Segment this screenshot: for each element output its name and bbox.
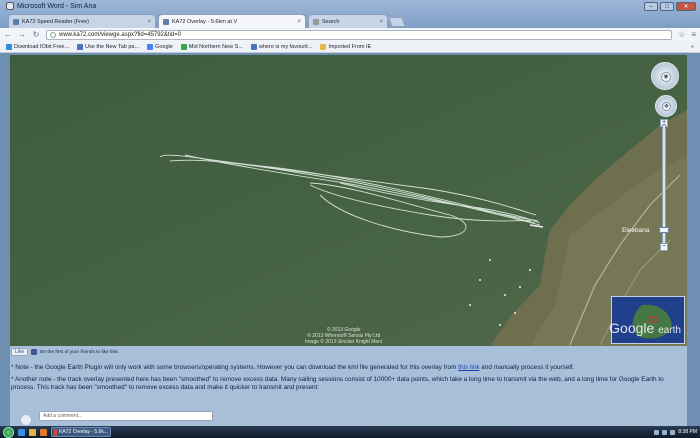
tab-label: KA72 Speed Reader (Free) xyxy=(22,18,89,25)
earth-logo-text: earth xyxy=(658,325,681,336)
smoothing-note: * Another note - the track overlay prese… xyxy=(11,376,664,391)
facebook-like-bar: Like Be the first of your friends to lik… xyxy=(11,348,119,356)
facebook-like-button[interactable]: Like xyxy=(11,348,29,356)
os-title-text: Microsoft Word - Sim Ana xyxy=(17,2,97,10)
globe-icon xyxy=(50,31,56,38)
bookmark-label: Imported From IE xyxy=(328,43,372,50)
commenter-avatar xyxy=(21,415,31,425)
plugin-note: * Note - the Google Earth Plugin will on… xyxy=(11,364,683,372)
app-icon xyxy=(6,2,14,10)
system-tray: 8:38 PM xyxy=(654,429,697,435)
bookmark-item[interactable]: Download IObit Free... xyxy=(6,43,70,50)
network-icon[interactable] xyxy=(654,429,660,435)
copyright-line: Image © 2013 Sinclair Knight Merz xyxy=(305,339,383,345)
tab-close-icon[interactable]: × xyxy=(379,19,383,25)
wrench-menu-icon[interactable]: ≡ xyxy=(691,30,696,39)
maximize-button[interactable]: □ xyxy=(660,2,674,11)
bookmark-favicon-icon xyxy=(77,43,84,50)
bookmark-favicon-icon xyxy=(6,43,12,50)
forward-arrow-icon[interactable]: → xyxy=(18,30,26,39)
media-player-icon[interactable] xyxy=(40,428,47,436)
bookmark-folder[interactable]: Imported From IE xyxy=(320,43,372,50)
taskbar-window-label: KA72 Overlay - 5.6k... xyxy=(59,429,108,435)
title-bar: Microsoft Word - Sim Ana KA72 Speed Read… xyxy=(0,0,700,28)
window-controls: – □ ✕ xyxy=(644,2,696,11)
volume-icon[interactable] xyxy=(662,429,668,435)
move-control[interactable]: ✥ xyxy=(655,95,677,117)
google-earth-logo: Google earth xyxy=(609,320,681,336)
taskbar: KA72 Overlay - 5.6k... 8:38 PM xyxy=(0,426,700,438)
url-text: www.ka72.com/viewge.aspx?fid=45792&tid=0 xyxy=(59,31,182,38)
bookmark-label: Use the New Tab pa... xyxy=(85,43,140,50)
browser-toolbar: ← → ↻ www.ka72.com/viewge.aspx?fid=45792… xyxy=(0,28,700,41)
tab-overlay[interactable]: KA72 Overlay - 5.6km at V × xyxy=(158,14,306,28)
bookmark-favicon-icon xyxy=(250,43,257,50)
bookmark-label: Google xyxy=(155,43,173,50)
bookmark-label: Download IObit Free... xyxy=(14,43,70,50)
look-control[interactable]: ◉ xyxy=(651,62,679,90)
bookmark-item[interactable]: Mid Northern New S... xyxy=(180,43,243,50)
plugin-note-text: * Note - the Google Earth Plugin will on… xyxy=(11,364,459,371)
close-window-button[interactable]: ✕ xyxy=(676,2,696,11)
facebook-like-text: Be the first of your friends to like thi… xyxy=(40,349,119,355)
zoom-out-button[interactable]: − xyxy=(660,243,668,251)
chrome-icon xyxy=(54,428,58,436)
browser-window: Microsoft Word - Sim Ana KA72 Speed Read… xyxy=(0,0,700,438)
tab-label: Search xyxy=(322,18,340,25)
bookmark-item[interactable]: where is my favourit... xyxy=(250,43,313,50)
power-icon[interactable] xyxy=(670,429,676,435)
bookmark-favicon-icon xyxy=(147,43,154,50)
zoom-slider-track[interactable] xyxy=(662,124,666,244)
tab-search[interactable]: Search × xyxy=(308,14,388,28)
place-label: Eleebana xyxy=(622,227,650,234)
tab-label: KA72 Overlay - 5.6km at V xyxy=(172,18,238,25)
minimize-button[interactable]: – xyxy=(644,2,658,11)
notes-section: * Note - the Google Earth Plugin will on… xyxy=(11,364,683,396)
bookmark-favicon-icon xyxy=(180,43,187,50)
reload-icon[interactable]: ↻ xyxy=(32,30,40,39)
new-tab-button[interactable] xyxy=(388,17,406,27)
ka72-favicon-icon xyxy=(163,18,169,25)
kml-download-link[interactable]: this link xyxy=(458,364,479,371)
earth-imagery xyxy=(10,55,687,346)
tab-speed-reader[interactable]: KA72 Speed Reader (Free) × xyxy=(8,14,156,28)
ka72-favicon-icon xyxy=(13,18,19,25)
bookmark-item[interactable]: Google xyxy=(147,43,173,50)
imagery-copyright: © 2013 Google © 2013 Whereis® Sensis Pty… xyxy=(305,327,382,345)
taskbar-window-button[interactable]: KA72 Overlay - 5.6k... xyxy=(51,427,111,437)
bookmark-star-icon[interactable]: ☆ xyxy=(678,30,685,39)
bookmark-label: Mid Northern New S... xyxy=(188,43,243,50)
tab-close-icon[interactable]: × xyxy=(297,19,301,25)
bookmark-label: where is my favourit... xyxy=(258,43,313,50)
google-earth-view[interactable]: Eleebana ◉ ✥ + − Google earth © 2013 Goo… xyxy=(10,55,687,346)
eye-icon: ◉ xyxy=(661,72,671,82)
page-content: Like Be the first of your friends to lik… xyxy=(10,346,687,427)
tab-close-icon[interactable]: × xyxy=(147,19,151,25)
google-logo-text: Google xyxy=(609,320,655,336)
ie-icon[interactable] xyxy=(18,428,25,436)
folder-icon xyxy=(320,43,327,50)
address-bar[interactable]: www.ka72.com/viewge.aspx?fid=45792&tid=0 xyxy=(46,29,673,40)
back-arrow-icon[interactable]: ← xyxy=(4,30,12,39)
bookmarks-overflow-chevron-icon[interactable]: » xyxy=(691,44,694,50)
bookmarks-bar: Download IObit Free... Use the New Tab p… xyxy=(0,41,700,53)
comment-input[interactable]: Add a comment... xyxy=(39,411,213,421)
search-favicon-icon xyxy=(313,18,319,25)
plugin-note-text-end: and manually process it yourself. xyxy=(479,364,575,371)
tab-strip: KA72 Speed Reader (Free) × KA72 Overlay … xyxy=(8,14,406,28)
zoom-slider-thumb[interactable] xyxy=(659,227,669,233)
os-window-title: Microsoft Word - Sim Ana xyxy=(6,2,96,10)
start-button[interactable] xyxy=(3,426,14,438)
hand-icon: ✥ xyxy=(662,102,671,111)
folder-icon[interactable] xyxy=(29,428,36,436)
bookmark-item[interactable]: Use the New Tab pa... xyxy=(77,43,140,50)
clock[interactable]: 8:38 PM xyxy=(678,429,697,435)
facebook-icon xyxy=(31,349,38,355)
